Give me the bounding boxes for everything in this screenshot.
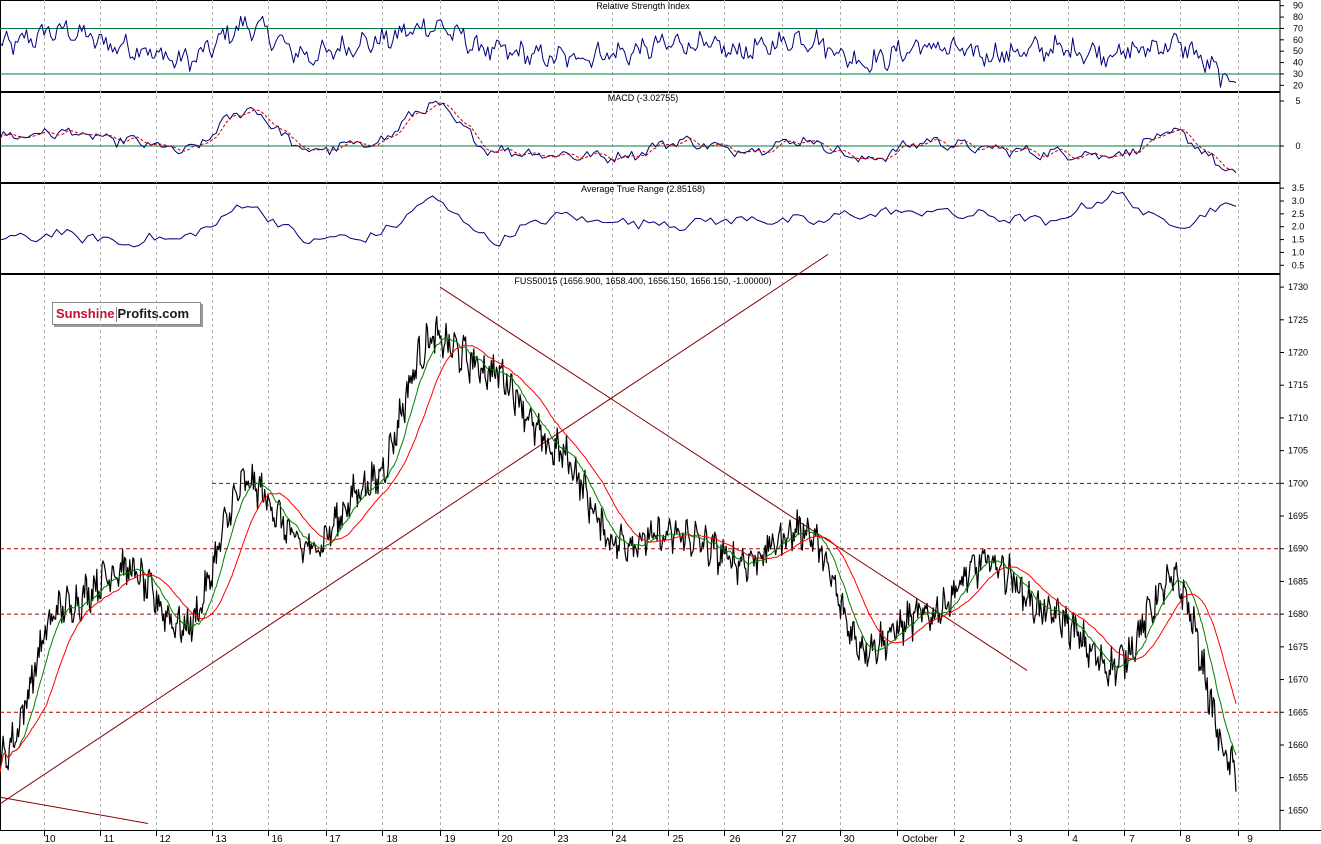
price-y-tick-label: 1690 <box>1288 544 1308 554</box>
price-panel-title: FUS50015 (1656.900, 1658.400, 1656.150, … <box>514 276 771 286</box>
x-axis-label: 23 <box>557 834 569 844</box>
macd-line <box>0 100 1237 174</box>
price-y-tick-label: 1665 <box>1288 707 1308 717</box>
rsi-y-tick-label: 80 <box>1293 12 1303 22</box>
x-axis-label: 13 <box>215 834 227 844</box>
price-y-tick-label: 1675 <box>1288 642 1308 652</box>
rsi-y-tick-label: 40 <box>1293 58 1303 68</box>
price-y-tick-label: 1695 <box>1288 511 1308 521</box>
price-y-tick-label: 1685 <box>1288 576 1308 586</box>
price-y-tick-label: 1680 <box>1288 609 1308 619</box>
price-y-tick-label: 1660 <box>1288 740 1308 750</box>
rsi-line <box>0 15 1237 88</box>
panel-frame-atr <box>0 183 1281 274</box>
x-axis-label: 26 <box>729 834 741 844</box>
price-y-tick-label: 1650 <box>1288 805 1308 815</box>
x-axis-label: 25 <box>672 834 684 844</box>
atr-y-tick-label: 2.0 <box>1292 222 1305 232</box>
support-trendline <box>0 253 829 805</box>
price-y-tick-label: 1730 <box>1288 282 1308 292</box>
x-axis-label: 10 <box>44 834 56 844</box>
x-axis-label: 17 <box>329 834 341 844</box>
price-y-tick-label: 1725 <box>1288 315 1308 325</box>
rsi-y-tick-label: 90 <box>1293 1 1303 11</box>
x-axis-label: 8 <box>1185 834 1191 844</box>
x-axis-label: 3 <box>1017 834 1023 844</box>
rsi-y-tick-label: 70 <box>1293 23 1303 33</box>
rsi-y-tick-label: 20 <box>1293 80 1303 90</box>
rsi-y-tick-label: 30 <box>1293 69 1303 79</box>
x-axis-label: 16 <box>271 834 283 844</box>
price-y-tick-label: 1670 <box>1288 675 1308 685</box>
lower-trendline <box>0 796 149 824</box>
x-axis-label: 20 <box>501 834 513 844</box>
panel-frame-price <box>0 274 1281 831</box>
x-axis-label: 12 <box>159 834 171 844</box>
macd-panel-title: MACD (-3.02755) <box>608 93 679 103</box>
x-axis-label: October <box>902 834 938 844</box>
x-axis-label: 27 <box>785 834 797 844</box>
atr-y-tick-label: 1.5 <box>1292 235 1305 245</box>
x-axis-label: 4 <box>1072 834 1078 844</box>
x-axis-label: 18 <box>386 834 398 844</box>
rsi-y-tick-label: 60 <box>1293 35 1303 45</box>
macd-y-tick-label: 5 <box>1295 96 1300 106</box>
price-y-tick-label: 1705 <box>1288 446 1308 456</box>
x-axis-label: 9 <box>1247 834 1253 844</box>
x-axis-label: 19 <box>444 834 456 844</box>
rsi-panel-title: Relative Strength Index <box>596 1 690 11</box>
rsi-y-tick-label: 50 <box>1293 46 1303 56</box>
atr-y-tick-label: 3.5 <box>1292 183 1305 193</box>
atr-y-tick-label: 2.5 <box>1292 209 1305 219</box>
macd-y-tick-label: 0 <box>1295 141 1300 151</box>
price-y-tick-label: 1710 <box>1288 413 1308 423</box>
chart-canvas: 9080706050403020503.53.02.52.01.51.00.51… <box>0 0 1321 844</box>
panel-frame-macd <box>0 92 1281 183</box>
atr-line <box>0 190 1237 248</box>
slow-moving-average <box>0 344 1237 773</box>
price-line <box>0 316 1237 792</box>
macd-signal-line <box>0 102 1237 172</box>
x-axis-label: 2 <box>959 834 965 844</box>
atr-y-tick-label: 1.0 <box>1292 247 1305 257</box>
atr-panel-title: Average True Range (2.85168) <box>581 184 705 194</box>
resistance-trendline <box>439 286 1028 671</box>
price-y-tick-label: 1700 <box>1288 478 1308 488</box>
x-axis-label: 7 <box>1129 834 1135 844</box>
x-axis-label: 11 <box>104 834 115 844</box>
atr-y-tick-label: 3.0 <box>1292 196 1305 206</box>
x-axis-label: 24 <box>615 834 627 844</box>
price-y-tick-label: 1720 <box>1288 347 1308 357</box>
price-y-tick-label: 1655 <box>1288 773 1308 783</box>
atr-y-tick-label: 0.5 <box>1292 260 1305 270</box>
x-axis-label: 30 <box>843 834 855 844</box>
panel-frame-rsi <box>0 0 1281 92</box>
price-y-tick-label: 1715 <box>1288 380 1308 390</box>
